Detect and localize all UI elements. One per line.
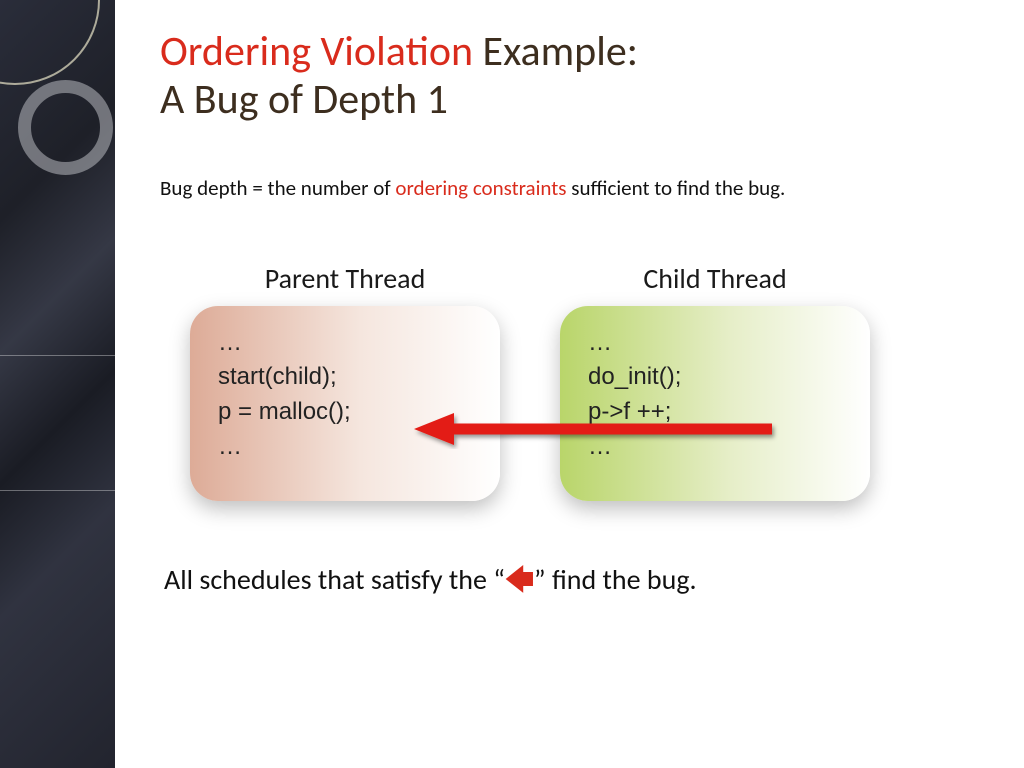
definition-text: Bug depth = the number of ordering const… — [160, 175, 990, 201]
child-thread-column: Child Thread … do_init(); p->f ++; … — [560, 261, 870, 501]
parent-thread-column: Parent Thread … start(child); p = malloc… — [190, 261, 500, 501]
left-arrow-icon: 🡄 — [505, 562, 534, 597]
child-thread-label: Child Thread — [643, 261, 786, 296]
conclusion-post: ” find the bug. — [534, 562, 697, 597]
def-accent: ordering constraints — [395, 175, 566, 201]
title-accent: Ordering Violation — [160, 26, 473, 77]
code-line: … — [588, 326, 842, 361]
def-post: sufficient to find the bug. — [567, 175, 786, 201]
child-code-box: … do_init(); p->f ++; … — [560, 306, 870, 501]
code-line: start(child); — [218, 360, 472, 395]
code-line: do_init(); — [588, 360, 842, 395]
decor-line — [0, 355, 115, 356]
decor-ring-small — [18, 80, 113, 175]
code-line: … — [218, 430, 472, 465]
conclusion-text: All schedules that satisfy the “🡄” find … — [160, 559, 990, 607]
decor-line — [0, 490, 115, 491]
title-rest: Example: — [473, 26, 638, 77]
threads-container: Parent Thread … start(child); p = malloc… — [160, 261, 990, 501]
parent-code-box: … start(child); p = malloc(); … — [190, 306, 500, 501]
title-line2: A Bug of Depth 1 — [160, 74, 448, 125]
code-line: p = malloc(); — [218, 395, 472, 430]
def-pre: Bug depth = the number of — [160, 175, 395, 201]
conclusion-pre: All schedules that satisfy the “ — [164, 562, 505, 597]
side-decoration — [0, 0, 115, 768]
code-line: … — [588, 430, 842, 465]
decor-ring-large — [0, 0, 100, 85]
code-line: … — [218, 326, 472, 361]
slide-title: Ordering Violation Example: A Bug of Dep… — [160, 28, 990, 125]
code-line: p->f ++; — [588, 395, 842, 430]
slide-content: Ordering Violation Example: A Bug of Dep… — [160, 28, 990, 607]
parent-thread-label: Parent Thread — [265, 261, 426, 296]
